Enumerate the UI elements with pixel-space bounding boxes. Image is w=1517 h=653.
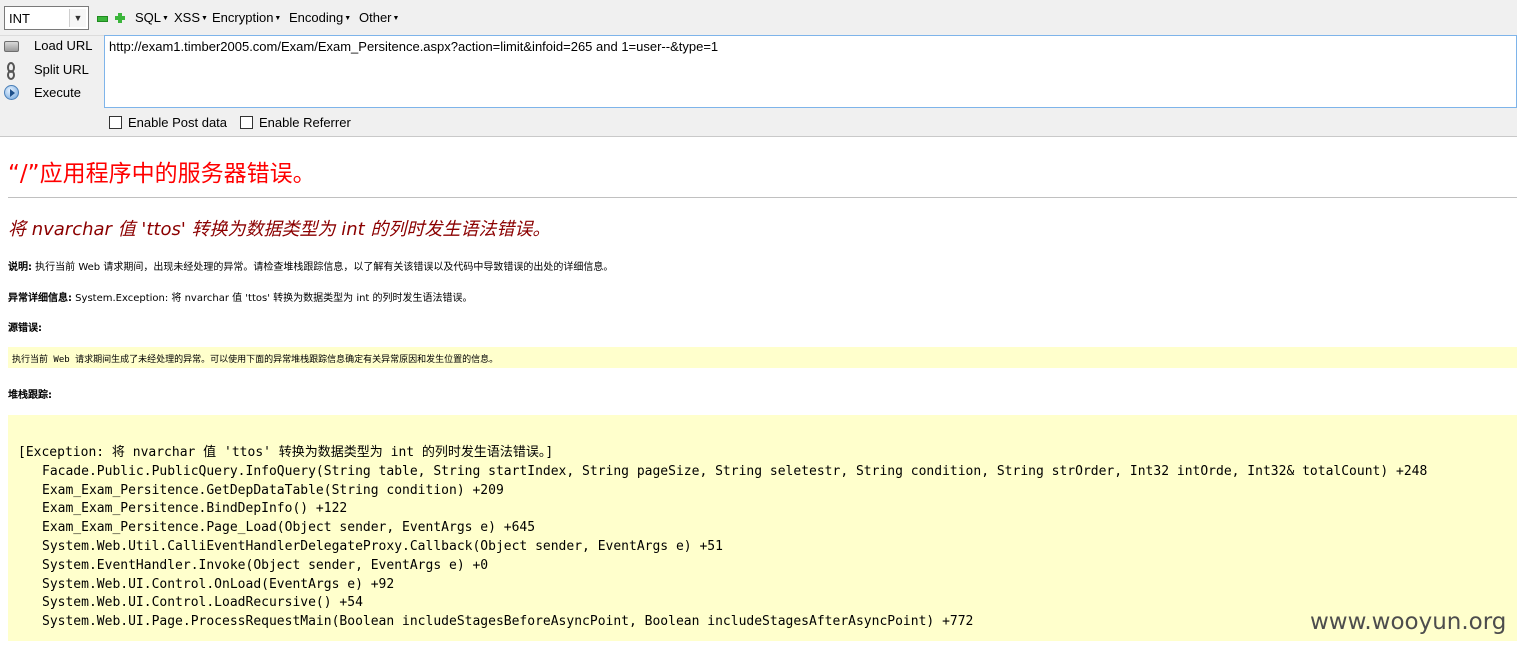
stack-trace-line: Exam_Exam_Persitence.Page_Load(Object se… xyxy=(42,520,536,536)
split-url-button[interactable]: Split URL xyxy=(0,59,100,81)
post-data-checkbox[interactable] xyxy=(109,116,122,129)
exception-details-label: 异常详细信息: xyxy=(8,293,72,304)
stack-trace-line: [Exception: 将 nvarchar 值 'ttos' 转换为数据类型为… xyxy=(18,445,554,460)
stack-trace-label: 堆栈跟踪: xyxy=(8,390,52,401)
caret-down-icon: ▼ xyxy=(201,15,208,22)
source-error-label: 源错误: xyxy=(8,323,42,334)
stack-trace-line: System.Web.UI.Control.LoadRecursive() +5… xyxy=(42,595,363,611)
chevron-down-icon: ▼ xyxy=(69,9,86,27)
stack-trace-line: Facade.Public.PublicQuery.InfoQuery(Stri… xyxy=(42,463,1428,479)
referrer-label: Enable Referrer xyxy=(259,115,351,130)
source-error-block: 执行当前 Web 请求期间生成了未经处理的异常。可以使用下面的异常堆栈跟踪信息确… xyxy=(8,347,1517,368)
description-paragraph: 说明: 执行当前 Web 请求期间，出现未经处理的异常。请检查堆栈跟踪信息，以了… xyxy=(8,258,613,273)
divider xyxy=(8,197,1517,198)
enable-referrer-option[interactable]: Enable Referrer xyxy=(240,115,360,131)
split-url-icon xyxy=(4,62,19,80)
error-subheading: 将 nvarchar 值 'ttos' 转换为数据类型为 int 的列时发生语法… xyxy=(8,219,551,240)
stack-trace-line: Exam_Exam_Persitence.BindDepInfo() +122 xyxy=(42,501,348,517)
enable-post-data-option[interactable]: Enable Post data xyxy=(109,115,229,131)
caret-down-icon: ▼ xyxy=(274,15,282,22)
type-select[interactable]: INT ▼ xyxy=(4,6,89,30)
caret-down-icon: ▼ xyxy=(344,15,352,22)
menu-other[interactable]: Other▼ xyxy=(359,10,399,25)
stack-trace-line: System.EventHandler.Invoke(Object sender… xyxy=(42,557,489,573)
load-url-label: Load URL xyxy=(34,38,93,53)
type-select-value: INT xyxy=(9,11,30,26)
stack-trace-line: System.Web.Util.CalliEventHandlerDelegat… xyxy=(42,538,723,554)
menu-encryption[interactable]: Encryption▼ xyxy=(212,10,281,25)
split-url-label: Split URL xyxy=(34,62,89,77)
stack-trace-block: [Exception: 将 nvarchar 值 'ttos' 转换为数据类型为… xyxy=(8,415,1517,641)
menu-sql[interactable]: SQL▼ xyxy=(135,10,169,25)
minus-icon[interactable] xyxy=(97,13,108,23)
referrer-checkbox[interactable] xyxy=(240,116,253,129)
description-label: 说明: xyxy=(8,262,32,273)
exception-details-paragraph: 异常详细信息: System.Exception: 将 nvarchar 值 '… xyxy=(8,289,473,304)
source-error-paragraph: 源错误: xyxy=(8,319,42,334)
execute-icon xyxy=(4,85,19,100)
exception-details-text: System.Exception: 将 nvarchar 值 'ttos' 转换… xyxy=(72,293,473,304)
menu-encoding[interactable]: Encoding▼ xyxy=(289,10,351,25)
plus-icon[interactable] xyxy=(115,13,125,23)
load-url-icon xyxy=(4,41,19,52)
execute-label: Execute xyxy=(34,85,81,100)
execute-button[interactable]: Execute xyxy=(0,82,100,104)
stack-trace-paragraph: 堆栈跟踪: xyxy=(8,386,52,401)
menu-xss[interactable]: XSS▼ xyxy=(174,10,208,25)
load-url-button[interactable]: Load URL xyxy=(0,35,100,57)
stack-trace-line: Exam_Exam_Persitence.GetDepDataTable(Str… xyxy=(42,482,504,498)
stack-trace-line: System.Web.UI.Page.ProcessRequestMain(Bo… xyxy=(42,614,974,630)
post-data-label: Enable Post data xyxy=(128,115,228,130)
stack-trace-line: System.Web.UI.Control.OnLoad(EventArgs e… xyxy=(42,576,395,592)
caret-down-icon: ▼ xyxy=(392,15,400,22)
hackbar-toolbar: INT ▼ SQL▼ XSS▼ Encryption▼ Encoding▼ Ot… xyxy=(0,0,1517,137)
caret-down-icon: ▼ xyxy=(162,15,169,22)
url-input[interactable]: http://exam1.timber2005.com/Exam/Exam_Pe… xyxy=(104,35,1517,108)
hackbar-menu-row: INT ▼ SQL▼ XSS▼ Encryption▼ Encoding▼ Ot… xyxy=(0,0,1517,36)
watermark: www.wooyun.org xyxy=(1310,609,1507,635)
error-heading: “/”应用程序中的服务器错误。 xyxy=(8,161,316,187)
description-text: 执行当前 Web 请求期间，出现未经处理的异常。请检查堆栈跟踪信息，以了解有关该… xyxy=(32,262,614,273)
